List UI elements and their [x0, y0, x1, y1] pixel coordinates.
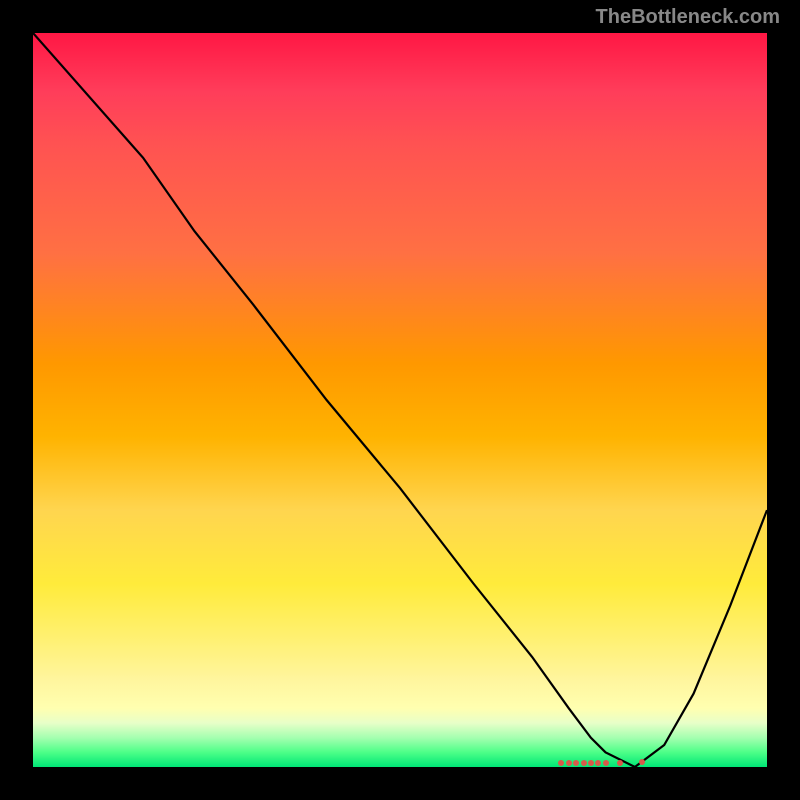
marker-dot: [566, 760, 572, 766]
marker-dot: [639, 759, 645, 765]
watermark-text: TheBottleneck.com: [596, 6, 780, 29]
marker-dot: [573, 760, 579, 766]
marker-dot: [595, 760, 601, 766]
marker-dot: [588, 760, 594, 766]
bottleneck-curve: [33, 33, 767, 767]
marker-dot: [603, 760, 609, 766]
chart-area: [33, 33, 767, 767]
marker-dot: [581, 760, 587, 766]
marker-dot: [558, 760, 564, 766]
marker-dot: [617, 760, 623, 766]
